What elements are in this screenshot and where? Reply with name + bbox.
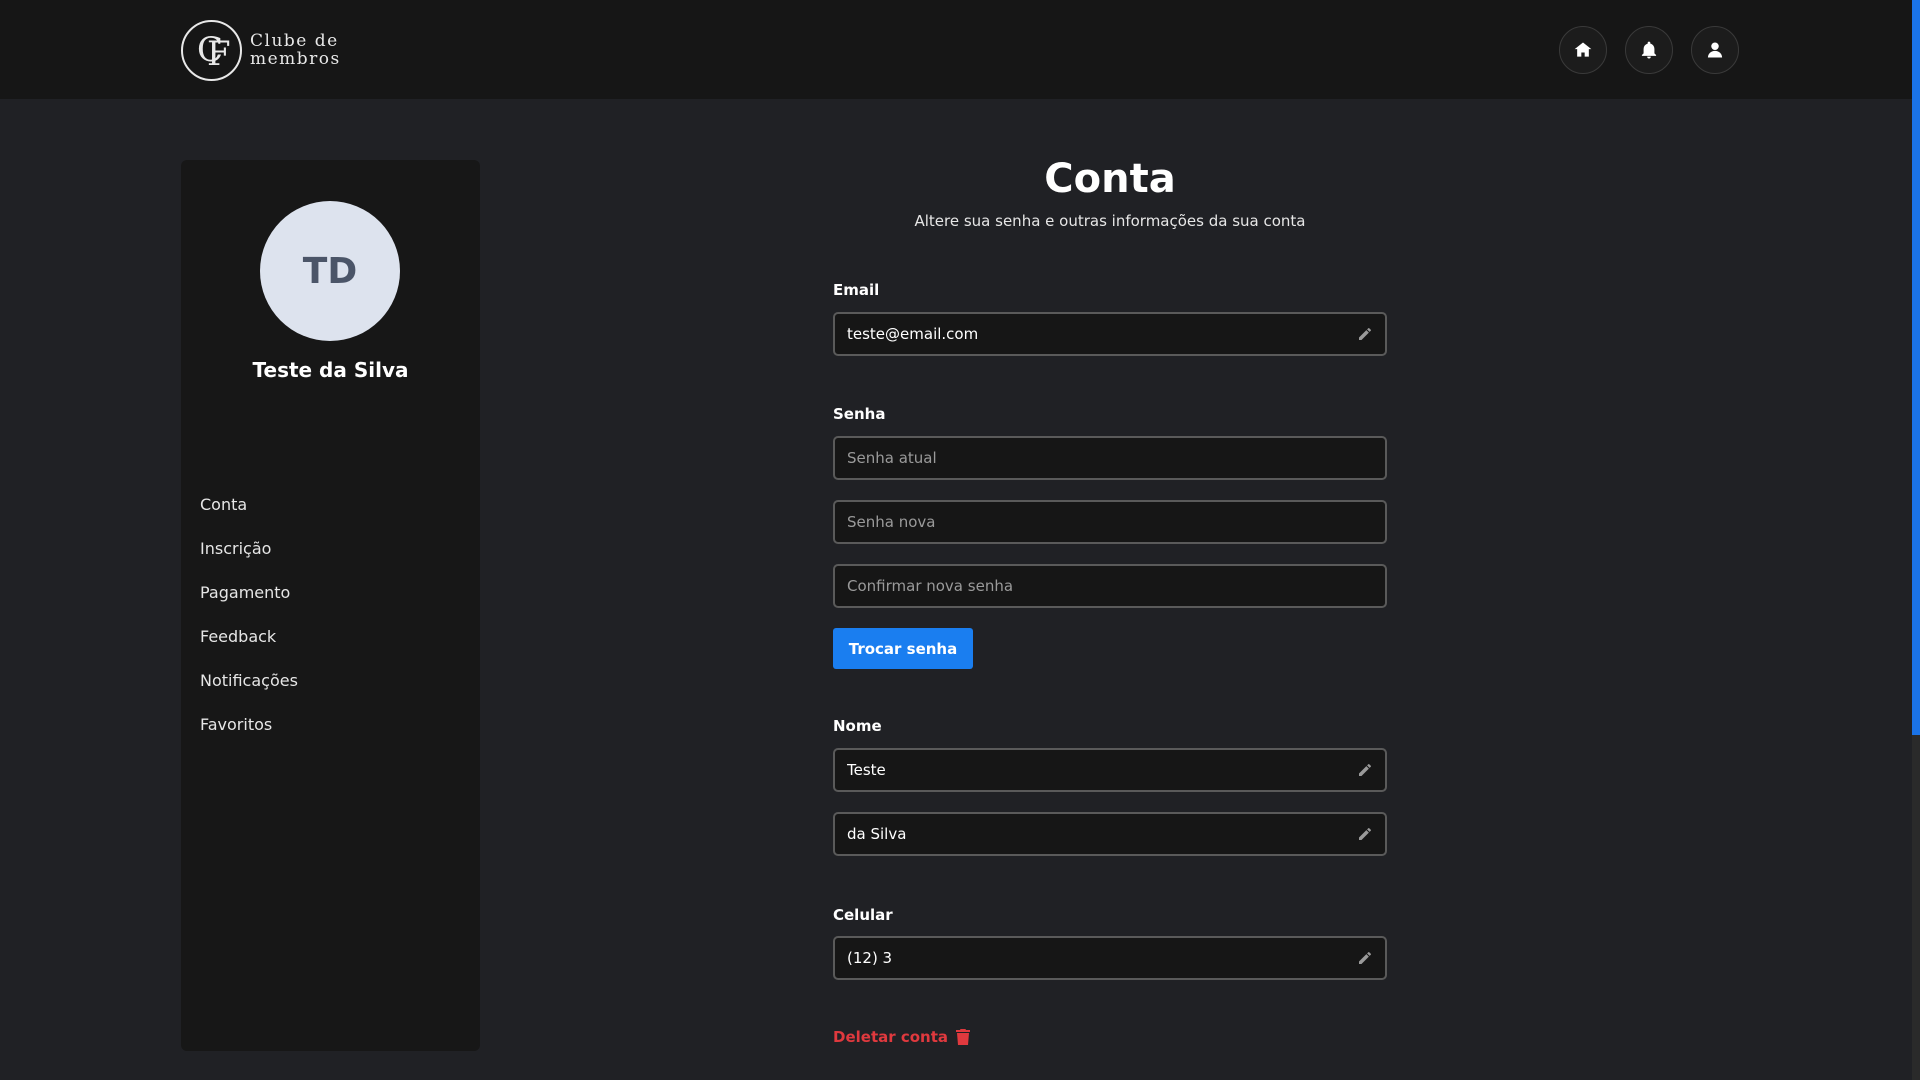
- delete-account-label: Deletar conta: [833, 1028, 949, 1046]
- user-icon: [1707, 42, 1723, 58]
- account-form: Conta Altere sua senha e outras informaç…: [833, 150, 1387, 1046]
- email-input[interactable]: [847, 325, 1357, 343]
- brand-line-2: membros: [250, 49, 341, 69]
- last-name-input[interactable]: [847, 825, 1357, 843]
- phone-label: Celular: [833, 906, 893, 924]
- brand-logo[interactable]: CF Clube de membros: [181, 19, 341, 81]
- home-button[interactable]: [1559, 26, 1607, 74]
- sidebar-item-favoritos[interactable]: Favoritos: [200, 715, 298, 759]
- account-sidebar: TD Teste da Silva Conta Inscrição Pagame…: [181, 160, 480, 1051]
- sidebar-item-feedback[interactable]: Feedback: [200, 627, 298, 671]
- confirm-password-field[interactable]: [833, 564, 1387, 608]
- password-label: Senha: [833, 405, 886, 423]
- name-label: Nome: [833, 717, 882, 735]
- sidebar-item-conta[interactable]: Conta: [200, 495, 298, 539]
- edit-email-icon[interactable]: [1357, 326, 1373, 342]
- current-password-input[interactable]: [847, 449, 1373, 467]
- header-actions: [1559, 26, 1739, 74]
- email-field[interactable]: [833, 312, 1387, 356]
- account-page: CF Clube de membros TD Teste da Silva Co…: [0, 0, 1920, 1080]
- trash-icon: [956, 1029, 971, 1045]
- phone-field[interactable]: [833, 936, 1387, 980]
- notifications-button[interactable]: [1625, 26, 1673, 74]
- new-password-input[interactable]: [847, 513, 1373, 531]
- email-label: Email: [833, 281, 880, 299]
- profile-name: Teste da Silva: [252, 358, 409, 382]
- sidebar-item-inscricao[interactable]: Inscrição: [200, 539, 298, 583]
- confirm-password-input[interactable]: [847, 577, 1373, 595]
- scrollbar-track[interactable]: [1912, 0, 1920, 1080]
- page-subtitle: Altere sua senha e outras informações da…: [914, 212, 1306, 230]
- brand-mark: CF: [181, 19, 242, 81]
- first-name-input[interactable]: [847, 761, 1357, 779]
- sidebar-item-pagamento[interactable]: Pagamento: [200, 583, 298, 627]
- current-password-field[interactable]: [833, 436, 1387, 480]
- page-title: Conta: [1044, 156, 1176, 202]
- bell-icon: [1641, 41, 1657, 59]
- edit-phone-icon[interactable]: [1357, 950, 1373, 966]
- avatar: TD: [260, 201, 400, 341]
- new-password-field[interactable]: [833, 500, 1387, 544]
- edit-last-name-icon[interactable]: [1357, 826, 1373, 842]
- home-icon: [1574, 42, 1592, 57]
- first-name-field[interactable]: [833, 748, 1387, 792]
- profile-button[interactable]: [1691, 26, 1739, 74]
- sidebar-nav: Conta Inscrição Pagamento Feedback Notif…: [200, 495, 298, 759]
- edit-first-name-icon[interactable]: [1357, 762, 1373, 778]
- delete-account-link[interactable]: Deletar conta: [833, 1028, 971, 1046]
- scrollbar-thumb[interactable]: [1912, 0, 1920, 735]
- change-password-button[interactable]: Trocar senha: [833, 628, 973, 669]
- brand-name: Clube de membros: [250, 32, 341, 68]
- phone-input[interactable]: [847, 949, 1357, 967]
- sidebar-item-notificacoes[interactable]: Notificações: [200, 671, 298, 715]
- top-bar: CF Clube de membros: [0, 0, 1912, 99]
- brand-line-1: Clube de: [250, 31, 339, 51]
- last-name-field[interactable]: [833, 812, 1387, 856]
